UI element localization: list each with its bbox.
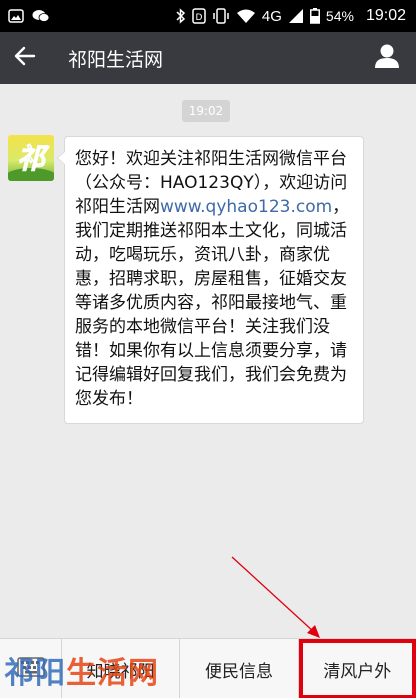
vibrate-icon [212, 0, 230, 32]
status-bar: D 4G 54% 19:02 [0, 0, 416, 32]
wifi-icon [236, 0, 256, 32]
clock: 19:02 [365, 7, 406, 24]
menu-item-zhixiao-qiyang[interactable]: 知晓祁阳 [62, 639, 181, 698]
keyboard-icon [16, 657, 45, 681]
back-button[interactable] [0, 32, 50, 84]
account-avatar[interactable]: 祁 [8, 135, 54, 181]
message-text-body: ，我们定期推送祁阳本土文化，同城活动，吃喝玩乐，资讯八卦，商家优惠，招聘求职，房… [75, 197, 350, 409]
message-bubble[interactable]: 您好！欢迎关注祁阳生活网微信平台（公众号：HAO123QY），欢迎访问祁阳生活网… [57, 136, 364, 424]
arrow-left-icon [14, 46, 36, 70]
message-timestamp: 19:02 [182, 100, 230, 122]
signal-icon [288, 0, 304, 32]
chat-area[interactable]: 19:02 祁 您好！欢迎关注祁阳生活网微信平台（公众号：HAO123QY），欢… [0, 84, 416, 638]
network-type-label: 4G [261, 7, 282, 25]
website-link[interactable]: www.qyhao123.com [160, 197, 332, 217]
battery-icon [309, 0, 320, 32]
qiyang-logo-icon: 祁 [8, 135, 54, 181]
menu-item-qingfeng-huwai[interactable]: 清风户外 [299, 639, 416, 698]
menu-item-bianmin-xinxi[interactable]: 便民信息 [180, 639, 299, 698]
user-icon [374, 44, 400, 72]
svg-text:D: D [195, 13, 202, 23]
nfc-icon: D [192, 0, 206, 32]
keyboard-toggle-button[interactable] [0, 639, 62, 698]
image-notification-icon [8, 0, 24, 32]
bottom-menu: 知晓祁阳 便民信息 清风户外 [0, 638, 416, 698]
wechat-notification-icon [32, 0, 50, 32]
page-title: 祁阳生活网 [68, 48, 164, 71]
profile-button[interactable] [358, 32, 416, 84]
bluetooth-icon [176, 0, 186, 32]
battery-percent: 54% [325, 8, 354, 24]
action-bar: 祁阳生活网 [0, 32, 416, 84]
